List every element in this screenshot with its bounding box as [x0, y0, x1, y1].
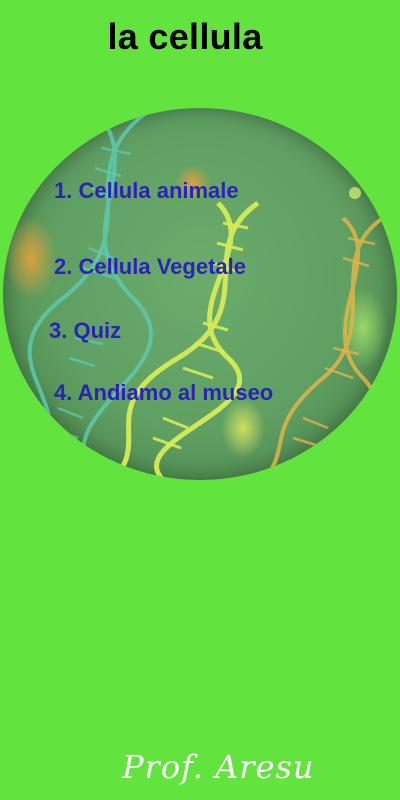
menu-item-quiz[interactable]: 3. Quiz — [49, 318, 121, 344]
author-signature: Prof. Aresu — [122, 748, 315, 786]
menu-item-cellula-animale[interactable]: 1. Cellula animale — [54, 178, 239, 204]
page-title: la cellula — [107, 16, 263, 57]
menu-bubble: 1. Cellula animale 2. Cellula Vegetale 3… — [3, 108, 397, 480]
menu-item-andiamo-al-museo[interactable]: 4. Andiamo al museo — [54, 380, 273, 406]
dna-helix-icon — [5, 108, 387, 480]
menu-item-cellula-vegetale[interactable]: 2. Cellula Vegetale — [54, 254, 246, 280]
